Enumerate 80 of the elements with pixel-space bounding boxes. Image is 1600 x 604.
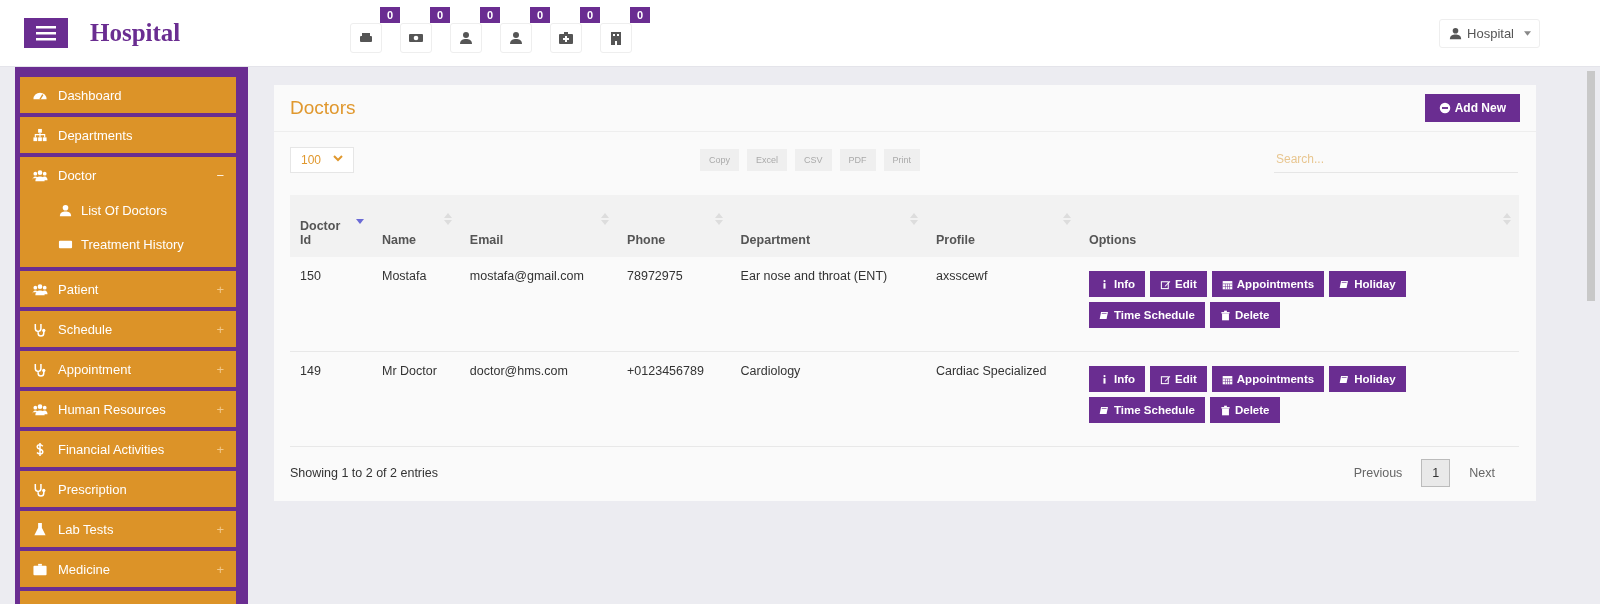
user-menu[interactable]: Hospital (1439, 18, 1540, 48)
table-cell: Cardiac Specialized (935, 364, 1047, 378)
edit-icon (1160, 278, 1172, 290)
chevron-down-icon (333, 152, 344, 163)
notification-button[interactable] (600, 23, 632, 53)
user-icon (508, 30, 524, 46)
column-header[interactable]: Name (372, 195, 460, 257)
count-badge: 0 (379, 7, 400, 23)
action-button[interactable]: Info (1089, 271, 1146, 297)
menu-icon (36, 25, 56, 41)
table-cell: mostafa@gmail.com (469, 269, 584, 283)
action-button[interactable]: Delete (1209, 397, 1280, 423)
plus-circle-icon (1438, 102, 1451, 114)
action-button[interactable]: Appointments (1211, 271, 1325, 297)
book-icon (1339, 373, 1351, 385)
column-header[interactable]: Department (730, 195, 926, 257)
caret-icon (1524, 30, 1531, 36)
action-button[interactable]: Edit (1150, 271, 1207, 297)
add-new-button[interactable]: Add New (1424, 94, 1520, 122)
trash-icon (1219, 309, 1231, 321)
edit-icon (1160, 373, 1172, 385)
user-icon (58, 202, 73, 218)
table-cell: axsscewf (935, 269, 988, 283)
pagination-button[interactable]: Next (1458, 459, 1506, 487)
pagination-button[interactable]: 1 (1421, 459, 1451, 487)
count-badge: 0 (479, 7, 500, 23)
notification-button[interactable] (450, 23, 482, 53)
table-cell: Mr Doctor (382, 364, 437, 378)
sitemap-icon (32, 127, 48, 143)
count-badge: 0 (429, 7, 450, 23)
panel-title: Doctors (290, 97, 356, 119)
table-cell: Mostafa (382, 269, 427, 283)
table-cell: Ear nose and throat (ENT) (740, 269, 888, 283)
book-icon (1339, 278, 1351, 290)
user-icon (1448, 25, 1464, 41)
calendar-icon (1221, 373, 1233, 385)
action-button[interactable]: Appointments (1211, 366, 1325, 392)
scrollbar[interactable] (1587, 71, 1595, 301)
column-header[interactable]: Email (459, 195, 618, 257)
entries-info: Showing 1 to 2 of 2 entries (290, 466, 438, 480)
table-cell: doctor@hms.com (469, 364, 568, 378)
action-button[interactable]: Holiday (1329, 271, 1406, 297)
count-badge: 0 (529, 7, 550, 23)
stethoscope-icon (32, 361, 48, 377)
building-icon (608, 30, 624, 46)
notification-button[interactable] (400, 23, 432, 53)
table-cell: 78972975 (627, 269, 683, 283)
user-icon (458, 30, 474, 46)
notification-button[interactable] (550, 23, 582, 53)
medkit-icon (558, 30, 574, 46)
action-button[interactable]: Delete (1209, 302, 1280, 328)
calendar-icon (1221, 278, 1233, 290)
table-cell: 150 (300, 269, 321, 283)
table-cell: Cardiology (740, 364, 801, 378)
stethoscope-icon (32, 481, 48, 497)
book-icon (1099, 309, 1110, 321)
action-button[interactable]: Time Schedule (1089, 397, 1205, 423)
book-icon (1099, 404, 1110, 416)
brand-title: Hospital (90, 19, 182, 47)
medkit-icon (32, 561, 48, 577)
trash-icon (1219, 404, 1231, 416)
menu-button[interactable] (24, 18, 68, 48)
flask-icon (32, 521, 48, 537)
action-button[interactable]: Time Schedule (1089, 302, 1205, 328)
column-header[interactable]: Phone (617, 195, 731, 257)
notification-button[interactable] (350, 23, 382, 53)
column-header[interactable]: Profile (925, 195, 1079, 257)
table-cell: +0123456789 (627, 364, 704, 378)
action-button[interactable]: Info (1089, 366, 1146, 392)
count-badge: 0 (579, 7, 600, 23)
column-header[interactable]: Doctor Id (290, 195, 372, 257)
column-header[interactable]: Options (1079, 195, 1519, 257)
count-badge: 0 (629, 7, 650, 23)
action-button[interactable]: Holiday (1329, 366, 1406, 392)
stethoscope-icon (32, 321, 48, 337)
search-field[interactable]: Search... (1274, 146, 1518, 173)
notification-button[interactable] (500, 23, 532, 53)
pagination-button[interactable]: Previous (1342, 459, 1414, 487)
table-cell: 149 (300, 364, 321, 378)
action-button[interactable]: Edit (1150, 366, 1207, 392)
